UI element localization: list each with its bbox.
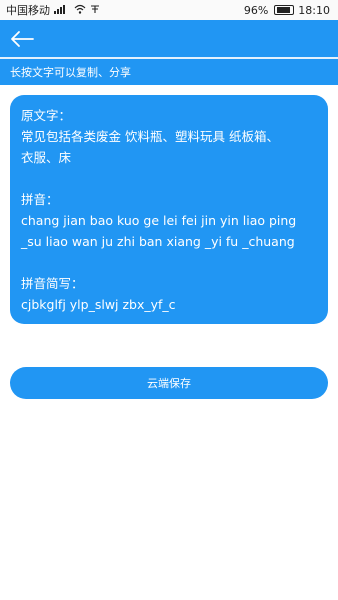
back-button[interactable] [10,28,36,50]
signal-icon [54,4,70,17]
pinyin-text-line-2[interactable]: _su liao wan ju zhi ban xiang _yi fu _ch… [21,231,317,252]
clock: 18:10 [298,3,330,17]
status-left: 中国移动 [6,2,100,18]
notification-icon [90,4,100,17]
original-label: 原文字： [21,108,72,123]
pinyin-label: 拼音： [21,192,59,207]
arrow-left-icon [11,30,34,47]
battery-percent: 96% [243,3,269,17]
tip-text: 长按文字可以复制、分享 [10,66,131,79]
pinyin-abbr-label: 拼音简写： [21,276,84,291]
pinyin-text-line-1[interactable]: chang jian bao kuo ge lei fei jin yin li… [21,210,317,231]
status-right: 96% 18:10 [244,4,330,17]
battery-icon [274,5,295,15]
wifi-icon [74,4,86,17]
tip-bar: 长按文字可以复制、分享 [0,59,338,85]
status-bar: 中国移动 96% 18:10 [0,0,338,20]
original-text-line-1[interactable]: 常见包括各类废金 饮料瓶、塑料玩具 纸板箱、 [21,126,317,147]
original-text-line-2[interactable]: 衣服、床 [21,147,317,168]
result-card: 原文字： 常见包括各类废金 饮料瓶、塑料玩具 纸板箱、 衣服、床 拼音： cha… [10,95,328,324]
cloud-save-button[interactable]: 云端保存 [10,367,328,399]
carrier-name: 中国移动 [6,4,50,17]
app-header [0,20,338,57]
pinyin-abbr-text[interactable]: cjbkglfj ylp_slwj zbx_yf_c [21,294,317,315]
